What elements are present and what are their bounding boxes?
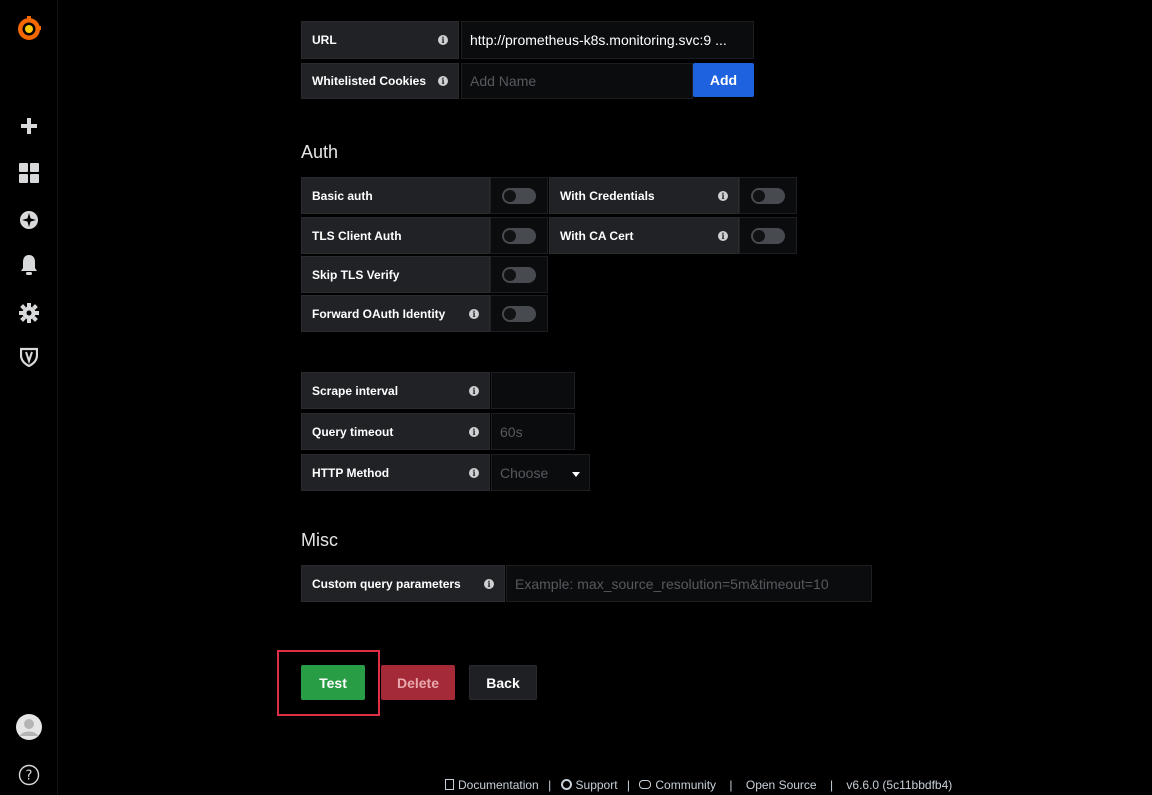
scrape-interval-input[interactable] [491, 372, 575, 409]
with-credentials-switch[interactable] [739, 177, 797, 214]
basic-auth-switch[interactable] [490, 177, 548, 214]
forward-oauth-label: Forward OAuth Identity i [301, 295, 490, 332]
shield-icon[interactable] [0, 344, 57, 370]
plus-icon[interactable] [0, 114, 57, 138]
footer-open-source-link[interactable]: Open Source [746, 778, 817, 792]
footer-separator: | [829, 778, 834, 792]
svg-text:?: ? [25, 769, 32, 784]
http-method-select[interactable]: Choose [491, 454, 590, 491]
http-section-title-cutoff [301, 0, 361, 2]
skip-tls-verify-label: Skip TLS Verify [301, 256, 490, 293]
info-icon: i [718, 230, 728, 241]
footer-support-link[interactable]: Support [576, 778, 618, 792]
support-icon [560, 779, 572, 790]
custom-query-input[interactable]: Example: max_source_resolution=5m&timeou… [506, 565, 872, 602]
auth-section-title: Auth [301, 142, 339, 162]
footer-version: v6.6.0 (5c11bbdfb4) [846, 778, 953, 792]
community-icon [639, 780, 652, 789]
tls-client-auth-label: TLS Client Auth [301, 217, 490, 254]
misc-section-title: Misc [301, 530, 338, 550]
help-question-icon[interactable]: ? [0, 762, 57, 788]
back-button[interactable]: Back [469, 665, 537, 700]
test-button[interactable]: Test [301, 665, 365, 700]
caret-down-icon [572, 472, 580, 477]
configuration-gear-icon[interactable] [0, 300, 57, 326]
tls-client-auth-switch[interactable] [490, 217, 548, 254]
info-icon: i [469, 467, 479, 478]
delete-button[interactable]: Delete [381, 665, 455, 700]
cookies-name-input[interactable]: Add Name [461, 63, 693, 99]
documentation-icon [445, 779, 454, 790]
basic-auth-label: Basic auth [301, 177, 490, 214]
footer-separator: | [626, 778, 631, 792]
with-ca-cert-switch[interactable] [739, 217, 797, 254]
info-icon: i [718, 190, 728, 201]
info-icon: i [438, 35, 448, 45]
footer-separator: | [729, 778, 733, 792]
info-icon: i [469, 308, 479, 319]
grafana-logo[interactable] [0, 14, 57, 44]
query-timeout-input[interactable]: 60s [491, 413, 575, 450]
user-avatar[interactable] [0, 712, 57, 742]
query-timeout-label: Query timeout i [301, 413, 490, 450]
skip-tls-verify-switch[interactable] [490, 256, 548, 293]
url-label: URL i [301, 21, 459, 59]
url-input[interactable]: http://prometheus-k8s.monitoring.svc:9 .… [461, 21, 754, 59]
alerting-bell-icon[interactable] [0, 252, 57, 278]
info-icon: i [469, 385, 479, 396]
forward-oauth-switch[interactable] [490, 295, 548, 332]
info-icon: i [484, 578, 494, 589]
custom-query-label: Custom query parameters i [301, 565, 505, 602]
footer-separator: | [548, 778, 552, 792]
footer: Documentation | Support | Community | Op… [445, 778, 952, 792]
scrape-interval-label: Scrape interval i [301, 372, 490, 409]
http-method-label: HTTP Method i [301, 454, 490, 491]
whitelisted-cookies-label: Whitelisted Cookies i [301, 63, 459, 99]
dashboards-icon[interactable] [0, 161, 57, 185]
footer-community-link[interactable]: Community [655, 778, 716, 792]
with-credentials-label: With Credentials i [549, 177, 739, 214]
with-ca-cert-label: With CA Cert i [549, 217, 739, 254]
info-icon: i [438, 76, 448, 86]
info-icon: i [469, 426, 479, 437]
add-cookie-button[interactable]: Add [693, 63, 754, 97]
footer-documentation-link[interactable]: Documentation [458, 778, 539, 792]
sidebar: ? [0, 0, 58, 795]
explore-compass-icon[interactable] [0, 208, 57, 232]
